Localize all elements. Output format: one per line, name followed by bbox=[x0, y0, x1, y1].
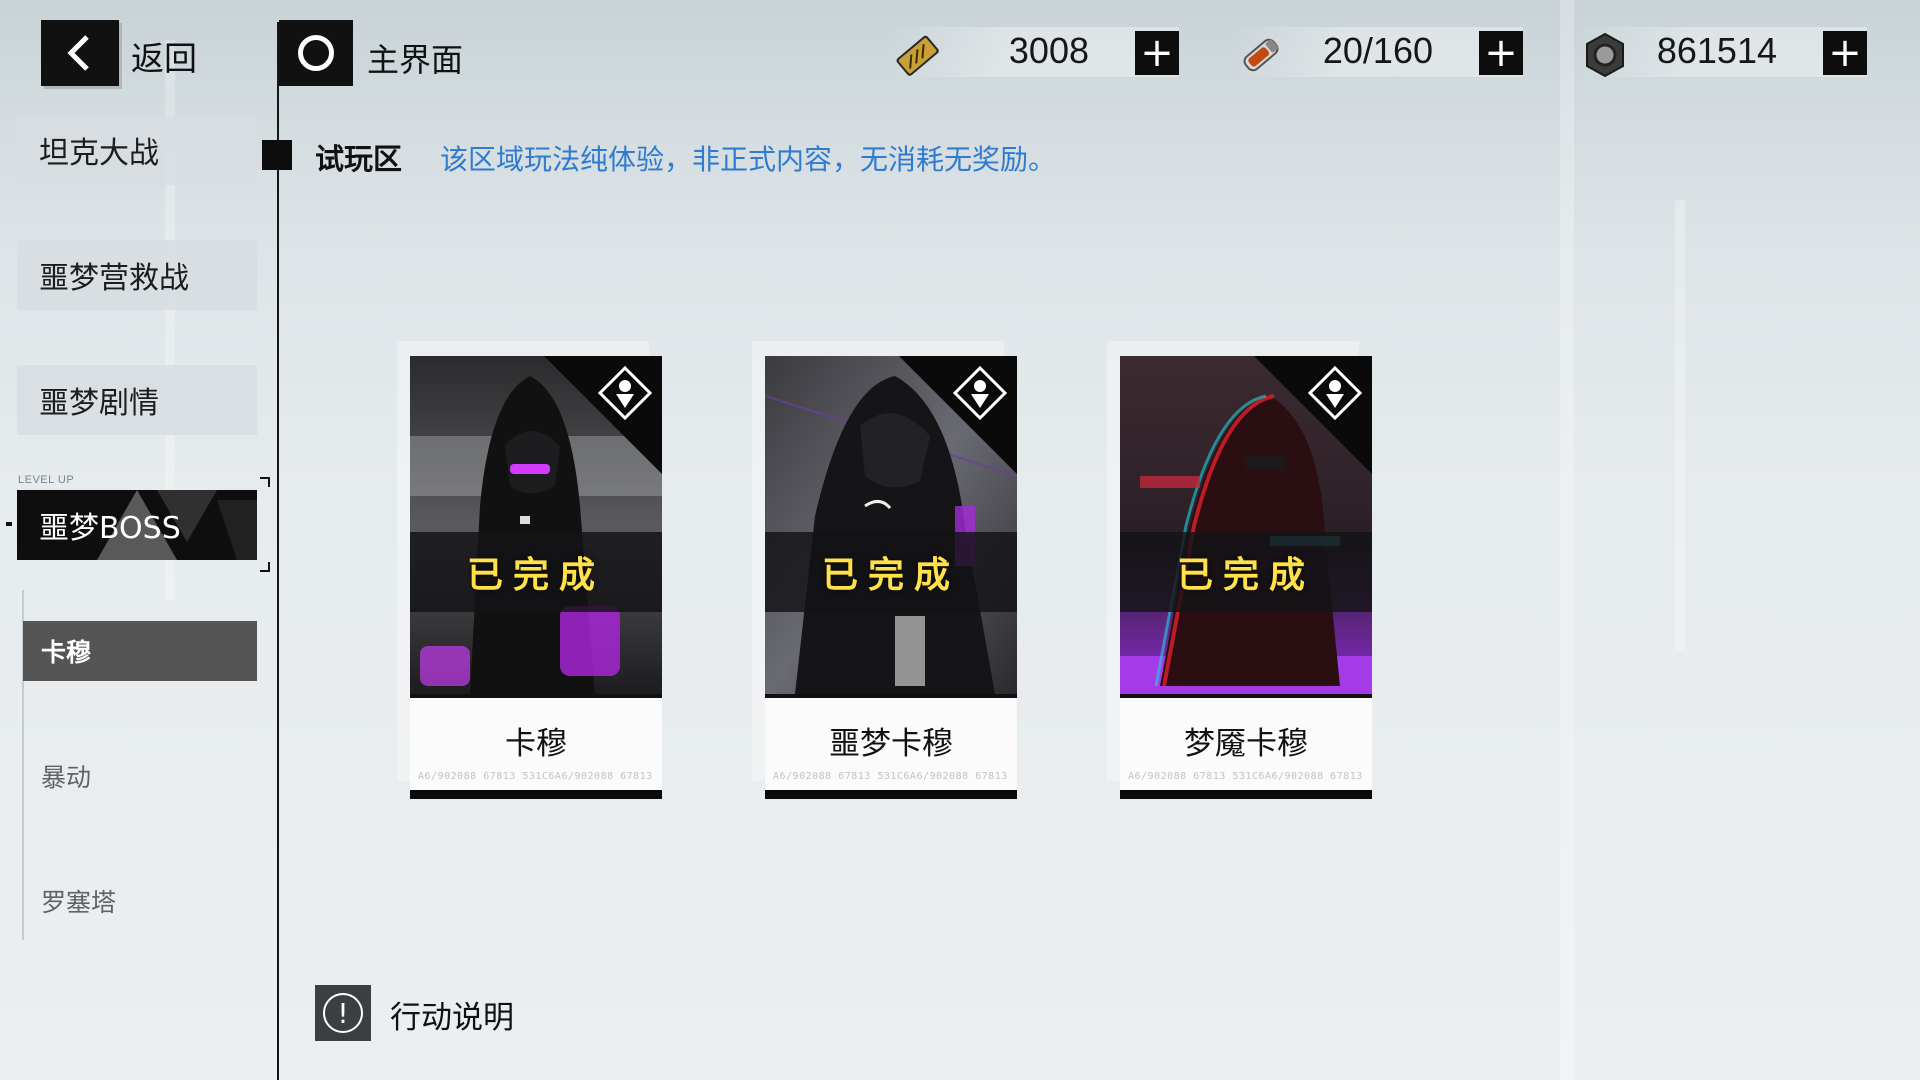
status-completed-band: 已完成 bbox=[1120, 532, 1372, 612]
card-serial: A6/902088 67813 531C6A6/902088 67813 531… bbox=[418, 771, 656, 782]
card-serial: A6/902088 67813 531C6A6/902088 67813 531… bbox=[773, 771, 1011, 782]
info-button[interactable]: ! bbox=[315, 985, 371, 1041]
nightmare-emblem-icon bbox=[1308, 366, 1362, 420]
submenu-item-label: 罗塞塔 bbox=[41, 888, 117, 917]
boss-card-kamu[interactable]: 已完成 卡穆 A6/902088 67813 531C6A6/902088 67… bbox=[410, 356, 662, 799]
sidebar-item-label: 噩梦剧情 bbox=[39, 386, 159, 421]
sidebar-item-tank-battle[interactable]: 坦克大战 bbox=[17, 115, 257, 185]
card-art: 已完成 bbox=[765, 356, 1017, 694]
card-art: 已完成 bbox=[410, 356, 662, 694]
chevron-left-icon bbox=[67, 35, 89, 71]
status-completed-band: 已完成 bbox=[765, 532, 1017, 612]
card-art: 已完成 bbox=[1120, 356, 1372, 694]
level-up-tag: LEVEL UP bbox=[18, 474, 75, 486]
status-completed-band: 已完成 bbox=[410, 532, 662, 612]
bracket-decoration bbox=[260, 477, 270, 487]
card-bottom-bar bbox=[410, 790, 662, 799]
sidebar-item-nightmare-boss[interactable]: 噩梦BOSS bbox=[17, 490, 257, 560]
active-marker bbox=[6, 522, 12, 526]
nightmare-emblem-icon bbox=[953, 366, 1007, 420]
sidebar-item-nightmare-rescue[interactable]: 噩梦营救战 bbox=[17, 240, 257, 310]
section-title: 试玩区 bbox=[315, 142, 403, 176]
sidebar-item-nightmare-story[interactable]: 噩梦剧情 bbox=[17, 365, 257, 435]
boss-card-nightmare-kamu[interactable]: 已完成 噩梦卡穆 A6/902088 67813 531C6A6/902088 … bbox=[765, 356, 1017, 799]
card-name-area: 卡穆 A6/902088 67813 531C6A6/902088 67813 … bbox=[410, 694, 662, 790]
bracket-decoration bbox=[260, 562, 270, 572]
add-stamina-button[interactable]: + bbox=[1479, 31, 1523, 75]
resource-value: 20/160 bbox=[1322, 30, 1433, 71]
home-button[interactable] bbox=[279, 20, 353, 86]
submenu-item-rosetta[interactable]: 罗塞塔 bbox=[23, 871, 257, 931]
submenu-item-label: 卡穆 bbox=[41, 638, 92, 667]
back-button[interactable] bbox=[41, 20, 119, 86]
gold-card-icon bbox=[896, 35, 939, 76]
sidebar-item-label: 噩梦BOSS bbox=[39, 511, 181, 546]
card-bottom-bar bbox=[1120, 790, 1372, 799]
card-name: 噩梦卡穆 bbox=[829, 726, 953, 762]
submenu-item-riot[interactable]: 暴动 bbox=[23, 746, 257, 806]
resource-value: 861514 bbox=[1656, 30, 1777, 71]
action-info-label[interactable]: 行动说明 bbox=[390, 992, 514, 1037]
resource-value: 3008 bbox=[1008, 30, 1089, 71]
back-label[interactable]: 返回 bbox=[131, 32, 197, 80]
section-marker bbox=[262, 140, 292, 170]
card-name: 卡穆 bbox=[505, 726, 567, 762]
card-name-area: 噩梦卡穆 A6/902088 67813 531C6A6/902088 6781… bbox=[765, 694, 1017, 790]
section-description: 该区域玩法纯体验，非正式内容，无消耗无奖励。 bbox=[440, 143, 1057, 176]
resource-blackcard: 3008 + bbox=[889, 27, 1179, 77]
sidebar-divider bbox=[277, 22, 279, 1080]
resource-stamina: 20/160 + bbox=[1233, 27, 1523, 77]
submenu-item-label: 暴动 bbox=[41, 763, 92, 792]
home-ring-icon bbox=[298, 35, 334, 71]
sidebar-item-label: 噩梦营救战 bbox=[39, 261, 189, 296]
card-bottom-bar bbox=[765, 790, 1017, 799]
card-name-area: 梦魇卡穆 A6/902088 67813 531C6A6/902088 6781… bbox=[1120, 694, 1372, 790]
add-blackcard-button[interactable]: + bbox=[1135, 31, 1179, 75]
submenu-item-kamu[interactable]: 卡穆 bbox=[23, 621, 257, 681]
blood-vial-icon bbox=[1243, 38, 1279, 72]
card-name: 梦魇卡穆 bbox=[1184, 726, 1308, 762]
home-label[interactable]: 主界面 bbox=[367, 35, 463, 81]
exclamation-icon: ! bbox=[323, 993, 363, 1033]
resource-coins: 861514 + bbox=[1577, 27, 1867, 78]
card-serial: A6/902088 67813 531C6A6/902088 67813 531… bbox=[1128, 771, 1366, 782]
nightmare-emblem-icon bbox=[598, 366, 652, 420]
add-coins-button[interactable]: + bbox=[1823, 31, 1867, 75]
boss-card-nightmare-demon-kamu[interactable]: 已完成 梦魇卡穆 A6/902088 67813 531C6A6/902088 … bbox=[1120, 356, 1372, 799]
sidebar-item-label: 坦克大战 bbox=[39, 136, 159, 171]
hex-nut-icon bbox=[1586, 32, 1624, 78]
